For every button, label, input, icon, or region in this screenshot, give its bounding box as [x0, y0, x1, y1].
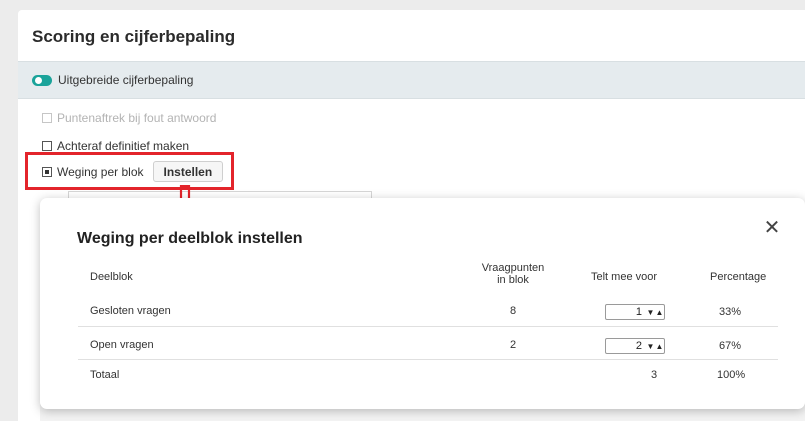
- toggle-label: Uitgebreide cijferbepaling: [58, 73, 194, 87]
- penalty-option: Puntenaftrek bij fout antwoord: [42, 111, 216, 125]
- header-vraagpunten-line1: Vraagpunten: [481, 262, 545, 274]
- stepper-up-icon[interactable]: ▲: [655, 308, 664, 317]
- header-telt: Telt mee voor: [591, 271, 658, 283]
- total-weight: 3: [651, 369, 658, 381]
- stepper-down-icon[interactable]: ▼: [646, 308, 655, 317]
- row-divider: [78, 326, 778, 327]
- weight-value: 1: [635, 306, 642, 318]
- modal-title: Weging per deelblok instellen: [77, 230, 303, 247]
- close-icon[interactable]: ✕: [760, 216, 784, 240]
- advanced-grading-toggle[interactable]: [32, 74, 52, 86]
- weight-stepper[interactable]: 2 ▼ ▲: [605, 338, 665, 354]
- row-points: 2: [510, 339, 517, 351]
- highlight-box: [25, 152, 234, 190]
- weight-value: 2: [635, 340, 642, 352]
- stepper-down-icon[interactable]: ▼: [646, 342, 655, 351]
- finalize-label: Achteraf definitief maken: [57, 139, 190, 153]
- penalty-label: Puntenaftrek bij fout antwoord: [57, 111, 217, 125]
- header-percentage: Percentage: [710, 271, 767, 283]
- penalty-checkbox[interactable]: [42, 113, 52, 123]
- finalize-checkbox[interactable]: [42, 141, 52, 151]
- header-deelblok: Deelblok: [90, 271, 133, 283]
- row-name: Gesloten vragen: [90, 305, 171, 317]
- total-label: Totaal: [90, 369, 120, 381]
- weight-stepper[interactable]: 1 ▼ ▲: [605, 304, 665, 320]
- page-title: Scoring en cijferbepaling: [32, 27, 236, 46]
- finalize-option: Achteraf definitief maken: [42, 139, 189, 153]
- row-percentage: 67%: [719, 340, 742, 352]
- row-name: Open vragen: [90, 339, 154, 351]
- advanced-grading-bar: Uitgebreide cijferbepaling: [18, 61, 805, 99]
- weighting-modal: Weging per deelblok instellen ✕ Deelblok…: [40, 198, 805, 409]
- row-divider: [78, 359, 778, 360]
- header-vraagpunten: Vraagpunten in blok: [474, 262, 552, 286]
- header-vraagpunten-line2: in blok: [497, 274, 529, 286]
- toggle-knob: [35, 76, 42, 84]
- row-points: 8: [510, 305, 517, 317]
- total-percentage: 100%: [717, 369, 746, 381]
- row-percentage: 33%: [719, 306, 742, 318]
- stepper-up-icon[interactable]: ▲: [655, 342, 664, 351]
